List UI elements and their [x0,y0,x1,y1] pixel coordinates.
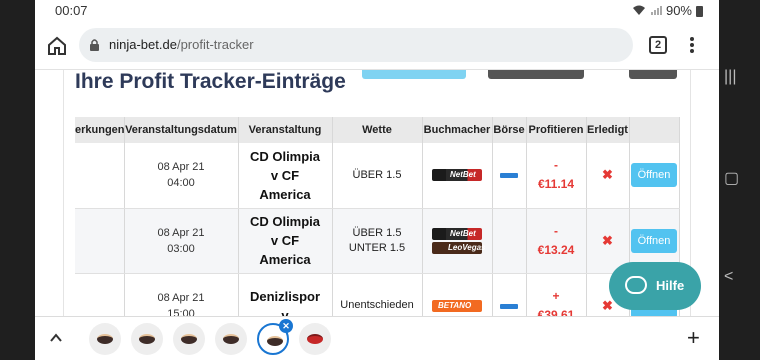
clock: 00:07 [55,3,88,18]
page-title: Ihre Profit Tracker-Einträge [75,70,346,93]
col-boerse: Börse [492,117,527,143]
tab-thumbnail[interactable] [89,323,121,355]
top-button-filter[interactable] [629,70,677,79]
wifi-icon [632,5,645,15]
tab-switcher-button[interactable]: 2 [649,36,667,54]
cell-bet: Unentschieden [332,273,423,316]
cell-profit: - €13.24 [526,208,587,274]
site-favicon-icon [267,336,283,346]
open-button[interactable]: Öffnen [630,228,678,253]
not-done-icon: ✖ [602,297,613,313]
not-done-icon: ✖ [602,167,613,183]
top-button-dark[interactable] [488,70,584,79]
cell-event: CD Olimpia v CF America [238,208,333,274]
url-text: ninja-bet.de/profit-tracker [109,37,254,52]
tab-thumbnail[interactable] [215,323,247,355]
status-icons: 90% [632,3,703,18]
col-buchmacher: Buchmacher [422,117,493,143]
cell-profit: + €39.61 [526,273,587,316]
help-label: Hilfe [656,278,685,293]
cell-done: ✖ [586,143,630,209]
tab-thumbnail[interactable] [299,323,331,355]
chat-bubble-icon [625,276,647,294]
back-nav-icon[interactable]: < [724,268,733,286]
cell-bookmaker: NetBet LeoVegas [422,208,493,274]
cell-bookmaker: NetBet [422,143,493,209]
table-row: 08 Apr 21 03:00 CD Olimpia v CF America ÜBE… [75,208,680,274]
tab-strip: ✕ + [35,316,719,360]
signal-icon [650,6,662,15]
cell-profit: - €11.14 [526,143,587,209]
tab-thumbnail[interactable] [131,323,163,355]
home-icon[interactable] [45,34,69,58]
top-button-blue[interactable] [362,70,466,79]
col-veranstaltung: Veranstaltung [238,117,333,143]
not-done-icon: ✖ [602,232,613,248]
col-erledigt: Erledigt [586,117,630,143]
lock-icon [90,39,99,51]
overflow-menu-icon[interactable] [685,34,699,56]
status-bar: 00:07 90% [35,0,719,22]
battery-icon [696,5,703,17]
battery-level: 90% [665,3,692,18]
help-chat-button[interactable]: Hilfe [609,262,701,310]
netbet-logo: NetBet [432,227,482,240]
leovegas-logo: LeoVegas [432,241,486,254]
exchange-logo [500,303,518,309]
cell-bet: ÜBER 1.5 UNTER 1.5 [332,208,423,274]
phone-screen: 00:07 90% ninja-bet.de/profit-tracker 2 … [35,0,719,360]
content-border-left [63,70,64,316]
cell-date: 08 Apr 21 04:00 [124,143,239,209]
cell-action: Öffnen [629,143,680,209]
cell-notes [75,143,125,209]
table-row: 08 Apr 21 15:00 Denizlispor v Unentschiede… [75,273,680,316]
cell-exchange [492,273,527,316]
cell-bookmaker: BETANO [422,273,493,316]
betano-logo: BETANO [432,299,482,312]
tab-thumbnail[interactable] [173,323,205,355]
col-veranstaltungsdatum: Veranstaltungsdatum [124,117,239,143]
profit-tracker-table: erkungen Veranstaltungsdatum Veranstaltu… [75,117,680,316]
site-favicon-icon [139,334,155,344]
cell-exchange [492,143,527,209]
table-header: erkungen Veranstaltungsdatum Veranstaltu… [75,117,680,143]
site-favicon-icon [223,334,239,344]
browser-toolbar: ninja-bet.de/profit-tracker 2 [35,22,719,70]
cell-event: CD Olimpia v CF America [238,143,333,209]
close-tab-icon[interactable]: ✕ [279,319,293,333]
tab-thumbnail-active[interactable]: ✕ [257,319,293,355]
cell-event: Denizlispor v [238,273,333,316]
cell-exchange [492,208,527,274]
netbet-logo: NetBet [432,169,482,182]
address-bar[interactable]: ninja-bet.de/profit-tracker [79,28,633,62]
col-wette: Wette [332,117,423,143]
new-tab-icon[interactable]: + [687,325,700,351]
cell-date: 08 Apr 21 03:00 [124,208,239,274]
cell-date: 08 Apr 21 15:00 [124,273,239,316]
site-favicon-icon [181,334,197,344]
exchange-logo [500,173,518,179]
home-nav-icon[interactable]: ▢ [724,168,739,188]
cell-bet: ÜBER 1.5 [332,143,423,209]
col-anmerkungen: erkungen [75,117,125,143]
col-action [629,117,680,143]
open-button[interactable]: Öffnen [630,163,678,188]
site-favicon-icon [97,334,113,344]
table-row: 08 Apr 21 04:00 CD Olimpia v CF America ÜBE… [75,143,680,209]
cell-notes [75,208,125,274]
col-profitieren: Profitieren [526,117,587,143]
recent-apps-icon[interactable]: ||| [724,68,736,86]
site-favicon-icon [307,334,323,344]
cell-notes [75,273,125,316]
chevron-up-icon[interactable] [49,331,63,345]
